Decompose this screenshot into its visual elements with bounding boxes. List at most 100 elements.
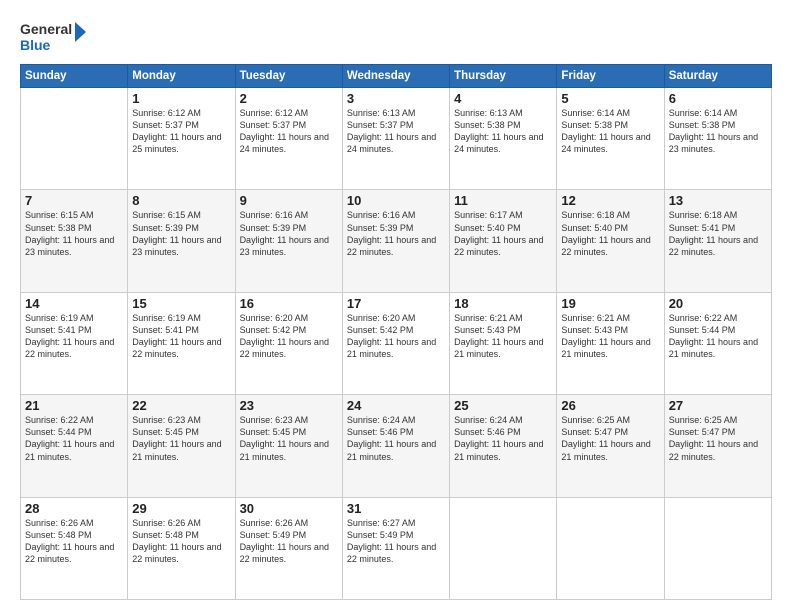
sunrise: Sunrise: 6:24 AM: [347, 415, 416, 425]
sunrise: Sunrise: 6:27 AM: [347, 518, 416, 528]
day-cell: [21, 88, 128, 190]
day-cell: 6 Sunrise: 6:14 AM Sunset: 5:38 PM Dayli…: [664, 88, 771, 190]
weekday-monday: Monday: [128, 65, 235, 88]
sunset: Sunset: 5:37 PM: [132, 120, 199, 130]
sunset: Sunset: 5:41 PM: [669, 223, 736, 233]
daylight: Daylight: 11 hours and 22 minutes.: [347, 542, 436, 564]
daylight: Daylight: 11 hours and 21 minutes.: [25, 439, 114, 461]
weekday-sunday: Sunday: [21, 65, 128, 88]
day-info: Sunrise: 6:23 AM Sunset: 5:45 PM Dayligh…: [240, 414, 338, 463]
daylight: Daylight: 11 hours and 22 minutes.: [669, 235, 758, 257]
daylight: Daylight: 11 hours and 21 minutes.: [132, 439, 221, 461]
day-cell: 16 Sunrise: 6:20 AM Sunset: 5:42 PM Dayl…: [235, 292, 342, 394]
daylight: Daylight: 11 hours and 22 minutes.: [454, 235, 543, 257]
daylight: Daylight: 11 hours and 22 minutes.: [25, 337, 114, 359]
sunrise: Sunrise: 6:25 AM: [561, 415, 630, 425]
day-info: Sunrise: 6:20 AM Sunset: 5:42 PM Dayligh…: [240, 312, 338, 361]
day-cell: 28 Sunrise: 6:26 AM Sunset: 5:48 PM Dayl…: [21, 497, 128, 599]
daylight: Daylight: 11 hours and 21 minutes.: [454, 337, 543, 359]
daylight: Daylight: 11 hours and 21 minutes.: [669, 337, 758, 359]
day-info: Sunrise: 6:20 AM Sunset: 5:42 PM Dayligh…: [347, 312, 445, 361]
day-number: 2: [240, 91, 338, 106]
day-info: Sunrise: 6:21 AM Sunset: 5:43 PM Dayligh…: [454, 312, 552, 361]
day-info: Sunrise: 6:22 AM Sunset: 5:44 PM Dayligh…: [25, 414, 123, 463]
day-cell: 30 Sunrise: 6:26 AM Sunset: 5:49 PM Dayl…: [235, 497, 342, 599]
sunrise: Sunrise: 6:19 AM: [132, 313, 201, 323]
day-cell: 23 Sunrise: 6:23 AM Sunset: 5:45 PM Dayl…: [235, 395, 342, 497]
day-info: Sunrise: 6:26 AM Sunset: 5:48 PM Dayligh…: [25, 517, 123, 566]
daylight: Daylight: 11 hours and 24 minutes.: [347, 132, 436, 154]
day-info: Sunrise: 6:25 AM Sunset: 5:47 PM Dayligh…: [669, 414, 767, 463]
day-cell: 3 Sunrise: 6:13 AM Sunset: 5:37 PM Dayli…: [342, 88, 449, 190]
sunset: Sunset: 5:49 PM: [347, 530, 414, 540]
daylight: Daylight: 11 hours and 25 minutes.: [132, 132, 221, 154]
day-number: 9: [240, 193, 338, 208]
day-number: 4: [454, 91, 552, 106]
sunset: Sunset: 5:44 PM: [25, 427, 92, 437]
sunrise: Sunrise: 6:20 AM: [347, 313, 416, 323]
day-info: Sunrise: 6:15 AM Sunset: 5:38 PM Dayligh…: [25, 209, 123, 258]
day-number: 7: [25, 193, 123, 208]
sunrise: Sunrise: 6:26 AM: [25, 518, 94, 528]
weekday-header-row: SundayMondayTuesdayWednesdayThursdayFrid…: [21, 65, 772, 88]
sunrise: Sunrise: 6:23 AM: [132, 415, 201, 425]
daylight: Daylight: 11 hours and 24 minutes.: [454, 132, 543, 154]
day-info: Sunrise: 6:18 AM Sunset: 5:40 PM Dayligh…: [561, 209, 659, 258]
daylight: Daylight: 11 hours and 22 minutes.: [561, 235, 650, 257]
sunset: Sunset: 5:37 PM: [347, 120, 414, 130]
day-number: 24: [347, 398, 445, 413]
sunset: Sunset: 5:43 PM: [454, 325, 521, 335]
sunrise: Sunrise: 6:12 AM: [132, 108, 201, 118]
header: GeneralBlue: [20, 18, 772, 54]
sunset: Sunset: 5:39 PM: [347, 223, 414, 233]
sunset: Sunset: 5:38 PM: [669, 120, 736, 130]
daylight: Daylight: 11 hours and 24 minutes.: [240, 132, 329, 154]
calendar-table: SundayMondayTuesdayWednesdayThursdayFrid…: [20, 64, 772, 600]
daylight: Daylight: 11 hours and 22 minutes.: [669, 439, 758, 461]
day-number: 26: [561, 398, 659, 413]
day-cell: 22 Sunrise: 6:23 AM Sunset: 5:45 PM Dayl…: [128, 395, 235, 497]
day-cell: 7 Sunrise: 6:15 AM Sunset: 5:38 PM Dayli…: [21, 190, 128, 292]
day-info: Sunrise: 6:17 AM Sunset: 5:40 PM Dayligh…: [454, 209, 552, 258]
day-info: Sunrise: 6:14 AM Sunset: 5:38 PM Dayligh…: [669, 107, 767, 156]
sunset: Sunset: 5:42 PM: [240, 325, 307, 335]
sunset: Sunset: 5:48 PM: [25, 530, 92, 540]
day-number: 31: [347, 501, 445, 516]
sunset: Sunset: 5:39 PM: [132, 223, 199, 233]
sunrise: Sunrise: 6:24 AM: [454, 415, 523, 425]
day-cell: [450, 497, 557, 599]
sunrise: Sunrise: 6:15 AM: [25, 210, 94, 220]
day-number: 6: [669, 91, 767, 106]
sunset: Sunset: 5:45 PM: [240, 427, 307, 437]
sunset: Sunset: 5:41 PM: [132, 325, 199, 335]
daylight: Daylight: 11 hours and 21 minutes.: [454, 439, 543, 461]
day-info: Sunrise: 6:26 AM Sunset: 5:49 PM Dayligh…: [240, 517, 338, 566]
sunset: Sunset: 5:38 PM: [25, 223, 92, 233]
day-info: Sunrise: 6:13 AM Sunset: 5:37 PM Dayligh…: [347, 107, 445, 156]
day-cell: [664, 497, 771, 599]
daylight: Daylight: 11 hours and 23 minutes.: [669, 132, 758, 154]
day-info: Sunrise: 6:12 AM Sunset: 5:37 PM Dayligh…: [240, 107, 338, 156]
day-number: 19: [561, 296, 659, 311]
sunset: Sunset: 5:37 PM: [240, 120, 307, 130]
sunrise: Sunrise: 6:14 AM: [561, 108, 630, 118]
day-number: 12: [561, 193, 659, 208]
day-info: Sunrise: 6:26 AM Sunset: 5:48 PM Dayligh…: [132, 517, 230, 566]
sunrise: Sunrise: 6:14 AM: [669, 108, 738, 118]
day-info: Sunrise: 6:16 AM Sunset: 5:39 PM Dayligh…: [240, 209, 338, 258]
sunrise: Sunrise: 6:18 AM: [561, 210, 630, 220]
sunset: Sunset: 5:47 PM: [561, 427, 628, 437]
daylight: Daylight: 11 hours and 21 minutes.: [347, 439, 436, 461]
daylight: Daylight: 11 hours and 22 minutes.: [25, 542, 114, 564]
sunrise: Sunrise: 6:22 AM: [669, 313, 738, 323]
weekday-saturday: Saturday: [664, 65, 771, 88]
day-cell: 17 Sunrise: 6:20 AM Sunset: 5:42 PM Dayl…: [342, 292, 449, 394]
day-cell: 27 Sunrise: 6:25 AM Sunset: 5:47 PM Dayl…: [664, 395, 771, 497]
day-cell: 9 Sunrise: 6:16 AM Sunset: 5:39 PM Dayli…: [235, 190, 342, 292]
sunrise: Sunrise: 6:21 AM: [561, 313, 630, 323]
weekday-thursday: Thursday: [450, 65, 557, 88]
daylight: Daylight: 11 hours and 23 minutes.: [240, 235, 329, 257]
sunset: Sunset: 5:42 PM: [347, 325, 414, 335]
day-number: 21: [25, 398, 123, 413]
sunrise: Sunrise: 6:17 AM: [454, 210, 523, 220]
